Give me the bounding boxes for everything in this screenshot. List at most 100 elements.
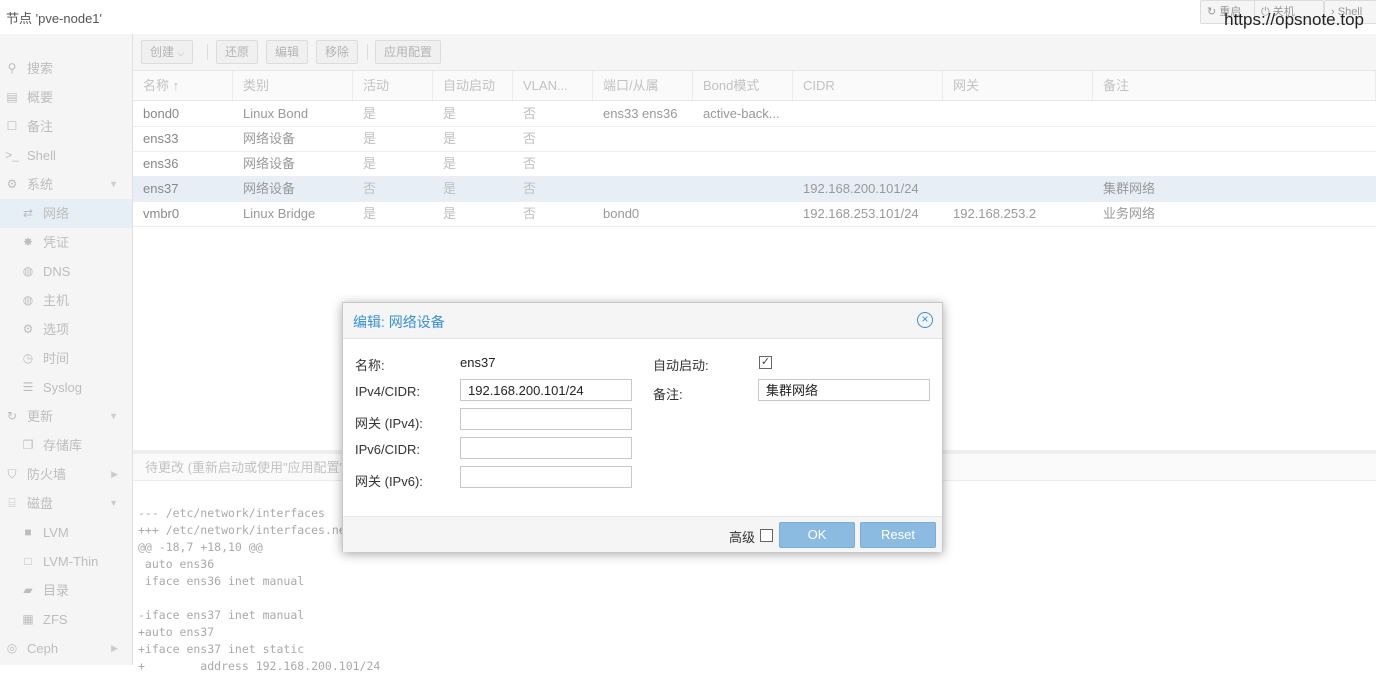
table-cell: 是 [443,206,457,221]
toolbar-divider [207,44,208,60]
column-header[interactable]: CIDR [793,71,943,100]
sidebar-item-label: LVM-Thin [43,554,99,569]
column-header[interactable]: 备注 [1093,71,1376,100]
shield-icon: ⛉ [7,467,17,481]
table-cell: 是 [363,156,377,171]
sidebar-item-label: 概要 [27,90,54,105]
chevron-down-icon[interactable]: ▼ [109,489,118,518]
close-icon[interactable]: × [917,312,933,328]
column-header[interactable]: Bond模式 [693,71,793,100]
sidebar-item-label: 选项 [43,322,70,337]
autostart-label: 自动启动: [653,358,709,373]
table-row[interactable]: bond0 Linux Bond 是 是 否 ens33 ens36 active-back… [133,101,1376,127]
table-cell: 是 [363,106,377,121]
ipv4-cidr-input[interactable]: 192.168.200.101/24 [460,379,632,401]
sidebar-item[interactable]: ↻ 更新 ▼ [0,402,132,431]
table-cell: 集群网络 [1103,181,1156,196]
autostart-checkbox[interactable]: ✓ [759,356,772,369]
sidebar-item[interactable]: ⚙ 系统 ▼ [0,170,132,199]
table-cell [693,151,793,176]
table-cell [593,151,693,176]
sidebar-item[interactable]: ☰ Syslog [0,373,132,402]
table-row[interactable]: ens33 网络设备 是 是 否 [133,126,1376,152]
terminal-icon: >_ [5,148,19,162]
sidebar-item-label: Shell [27,148,56,163]
sidebar-item[interactable]: >_ Shell [0,141,132,170]
edit-button[interactable]: 编辑 [266,40,309,64]
table-cell [693,201,793,226]
sidebar-item[interactable]: □ LVM-Thin [0,547,132,576]
sidebar-item[interactable]: ▦ ZFS [0,605,132,634]
sidebar-item-label: 凭证 [43,235,70,250]
table-cell: 是 [443,181,457,196]
table-cell [1093,101,1376,126]
square-icon: ■ [24,525,32,539]
advanced-checkbox[interactable] [760,529,773,542]
globe-icon: ◍ [22,293,34,307]
sidebar-item[interactable]: ◷ 时间 [0,344,132,373]
sidebar-item[interactable]: ❐ 存储库 [0,431,132,460]
watermark-text: https://opsnote.top [1224,10,1364,29]
edit-network-device-dialog: 编辑: 网络设备 × 名称: ens37 IPv4/CIDR: 192.168.… [342,302,943,552]
sidebar-item-label: Syslog [43,380,83,395]
certificate-icon: ✸ [22,235,34,249]
table-row[interactable]: ens36 网络设备 是 是 否 [133,151,1376,177]
ok-button[interactable]: OK [779,522,855,548]
sidebar-item[interactable]: ▤ 概要 [0,83,132,112]
table-cell: Linux Bridge [243,206,316,221]
apply-config-button[interactable]: 应用配置 [375,40,442,64]
gateway-ipv6-input[interactable] [460,466,632,488]
remove-button[interactable]: 移除 [316,40,359,64]
table-cell: 否 [523,131,537,146]
sidebar-item-label: 更新 [27,409,54,424]
sidebar-item[interactable]: ⚙ 选项 [0,315,132,344]
table-cell: 是 [443,106,457,121]
sidebar-item[interactable]: ⚲ 搜索 [0,54,132,83]
table-cell: 否 [523,206,537,221]
comment-input[interactable]: 集群网络 [758,379,930,401]
sidebar-item[interactable]: ◎ Ceph ▶ [0,634,132,663]
column-header[interactable]: 自动启动 [433,71,513,100]
th-icon: ▦ [22,612,34,626]
sidebar-item[interactable]: ⇄ 网络 [0,199,132,228]
sidebar-item[interactable]: ▰ 目录 [0,576,132,605]
column-header[interactable]: 类别 [233,71,353,100]
book-icon: ▤ [6,90,18,104]
gateway-ipv4-input[interactable] [460,408,632,430]
sidebar-item[interactable]: ◍ DNS [0,257,132,286]
revert-button[interactable]: 还原 [216,40,259,64]
column-header[interactable]: 名称 ↑ [133,71,233,100]
table-cell: bond0 [603,206,640,221]
chevron-right-icon[interactable]: ▶ [111,634,118,663]
table-cell: 是 [443,131,457,146]
table-row[interactable]: vmbr0 Linux Bridge 是 是 否 bond0 192.168.253.101… [133,201,1376,227]
sidebar-item-label: DNS [43,264,71,279]
sidebar-item[interactable]: ⛉ 防火墙 ▶ [0,460,132,489]
refresh-icon: ↻ [6,409,18,423]
square-outline-icon: □ [24,554,32,568]
dialog-title: 编辑: 网络设备 [353,314,445,330]
sidebar-item[interactable]: ☐ 备注 [0,112,132,141]
create-button[interactable]: 创建 ⌵ [141,40,194,64]
column-header[interactable]: 网关 [943,71,1093,100]
chevron-right-icon[interactable]: ▶ [111,460,118,489]
chevron-down-icon[interactable]: ▼ [109,402,118,431]
sidebar-item[interactable]: ⌸ 磁盘 ▼ [0,489,132,518]
column-header[interactable]: 端口/从属 [593,71,693,100]
table-cell [693,176,793,201]
sidebar-item[interactable]: ■ LVM [0,518,132,547]
sidebar-item[interactable]: ◍ 主机 [0,286,132,315]
reset-button[interactable]: Reset [860,522,936,548]
sidebar-item[interactable]: ✸ 凭证 [0,228,132,257]
column-header[interactable]: VLAN... [513,71,593,100]
ipv6-cidr-input[interactable] [460,437,632,459]
list-icon: ☰ [22,380,34,394]
table-cell: 192.168.253.2 [953,206,1037,221]
table-cell [793,126,943,151]
table-row[interactable]: ens37 网络设备 否 是 否 192.168.200.101/24 集群网络 [133,176,1376,202]
toolbar: 创建 ⌵ 还原 编辑 移除 应用配置 [133,34,1376,71]
column-header[interactable]: 活动 [353,71,433,100]
table-cell [793,151,943,176]
chevron-down-icon[interactable]: ▼ [109,170,118,199]
sidebar-item-label: 时间 [43,351,70,366]
